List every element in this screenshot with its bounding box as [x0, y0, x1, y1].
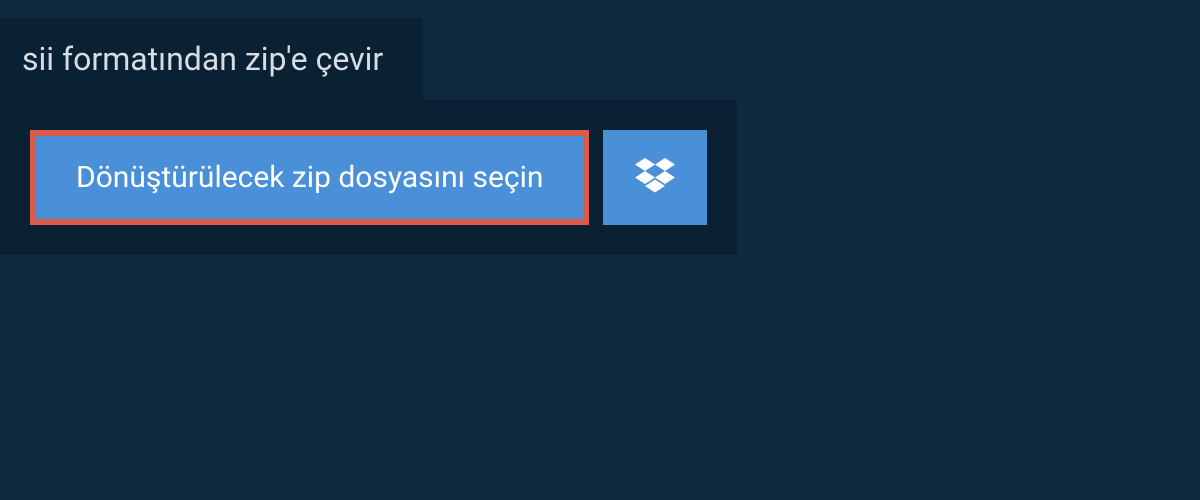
page-title-tab: sii formatından zip'e çevir	[0, 18, 423, 100]
dropbox-icon	[635, 158, 675, 198]
dropbox-button[interactable]	[603, 130, 707, 225]
select-file-button[interactable]: Dönüştürülecek zip dosyasını seçin	[30, 130, 589, 225]
select-file-label: Dönüştürülecek zip dosyasını seçin	[76, 160, 543, 195]
page-title: sii formatından zip'e çevir	[22, 40, 383, 78]
file-select-panel: Dönüştürülecek zip dosyasını seçin	[0, 100, 737, 255]
